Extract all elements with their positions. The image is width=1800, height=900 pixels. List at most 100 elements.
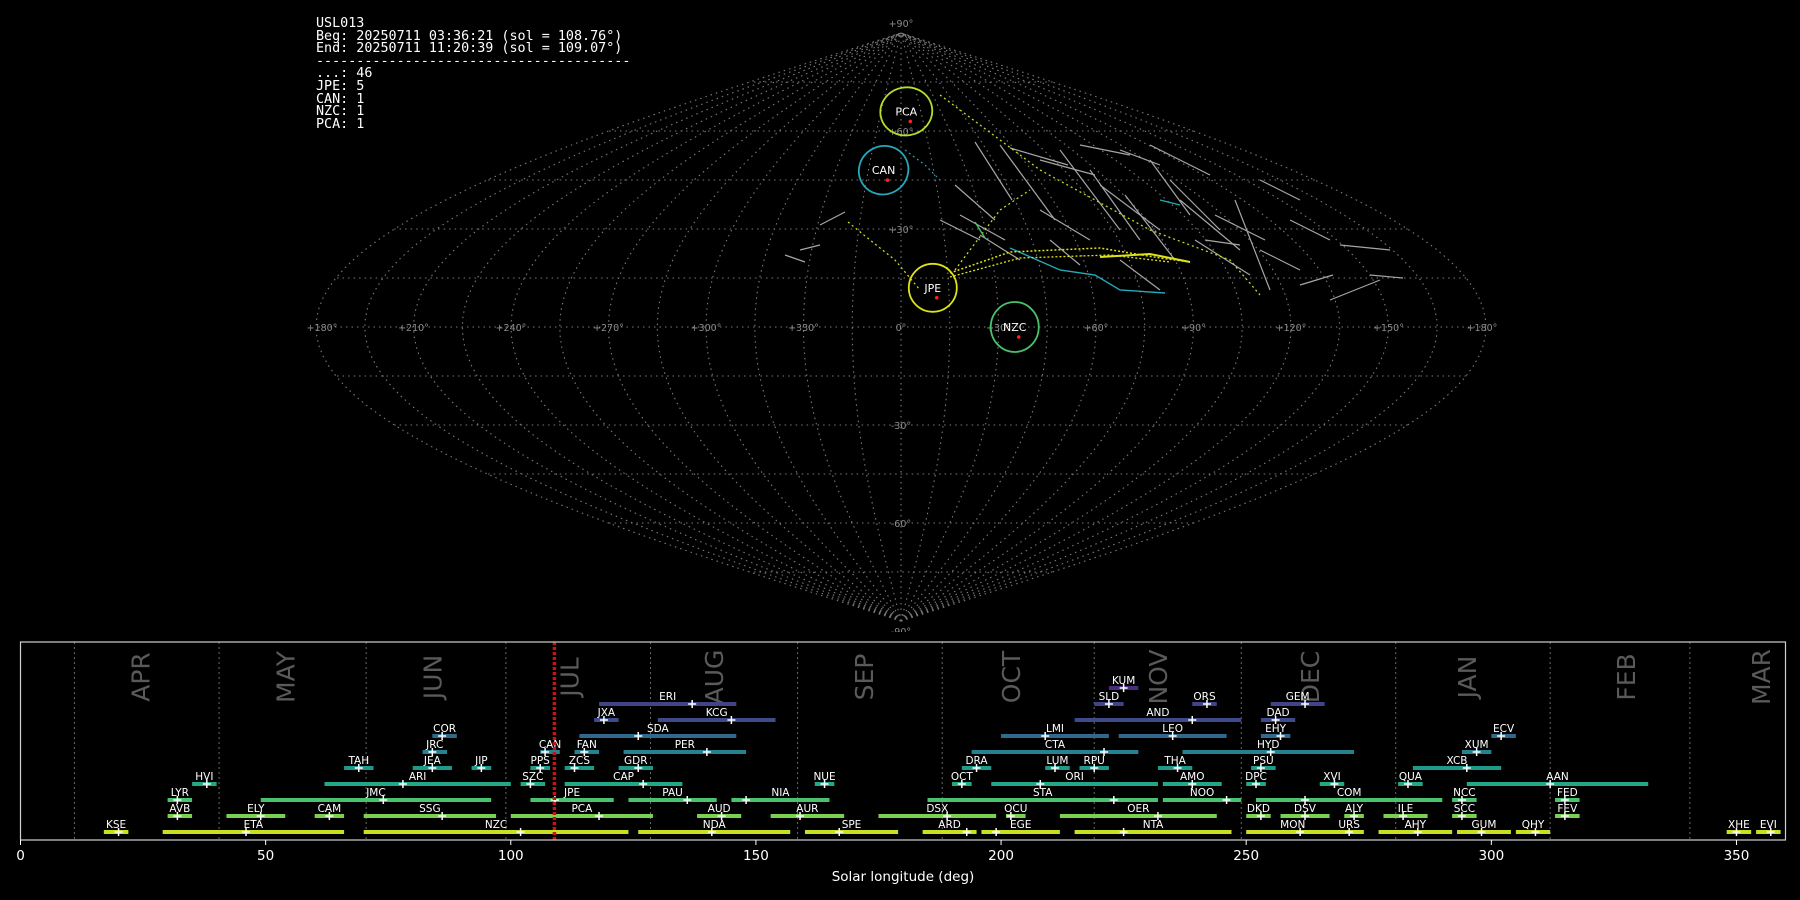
observation-info-panel: USL013 Beg: 20250711 03:36:21 (sol = 108.…: [316, 17, 630, 131]
longitude-tick-label: +180°: [307, 323, 338, 334]
shower-code-pca: PCA: [571, 803, 593, 815]
shower-code-kcg: KCG: [706, 707, 728, 719]
meteor-tracks: [784, 94, 1404, 301]
x-tick-label: 100: [498, 848, 524, 864]
shower-code-aur: AUR: [796, 803, 818, 815]
shower-code-nda: NDA: [703, 819, 727, 831]
shower-code-jxa: JXA: [597, 707, 616, 719]
shower-code-kse: KSE: [106, 819, 126, 831]
shower-code-zcs: ZCS: [569, 755, 591, 767]
meteor-track: [1234, 199, 1271, 291]
shower-code-eta: ETA: [244, 819, 264, 831]
meteor-track: [1369, 274, 1404, 279]
shower-code-oer: OER: [1127, 803, 1149, 815]
shower-code-ncc: NCC: [1453, 787, 1476, 799]
shower-activity-timeline: APR MAY JUN JUL AUG SEP OCT NOV DEC JAN FEB MAR KUM…: [16, 641, 1787, 885]
shower-code-hvi: HVI: [195, 771, 213, 783]
shower-code-dkd: DKD: [1247, 803, 1270, 815]
shower-code-spe: SPE: [842, 819, 862, 831]
meteor-track: [1339, 244, 1391, 251]
shower-code-jea: JEA: [423, 755, 442, 767]
radiant-label-can: CAN: [872, 164, 895, 177]
x-tick-label: 300: [1478, 848, 1504, 864]
latitude-tick-label: +30°: [889, 225, 914, 236]
x-tick-label: 50: [257, 848, 274, 864]
shower-code-xcb: XCB: [1447, 755, 1468, 767]
shower-code-fev: FEV: [1557, 803, 1578, 815]
shower-code-xhe: XHE: [1728, 819, 1750, 831]
shower-code-jrc: JRC: [425, 739, 443, 751]
meteor-track: [1124, 194, 1176, 261]
longitude-tick-label: +240°: [496, 323, 527, 334]
shower-radiants: PCA CAN JPE NZC: [857, 86, 1040, 353]
radiant-point: [885, 178, 890, 182]
shower-code-ard: ARD: [938, 819, 961, 831]
radiant-point: [934, 296, 939, 300]
shower-code-nta: NTA: [1143, 819, 1164, 831]
latitude-tick-label: +90°: [889, 19, 914, 30]
shower-code-gem: GEM: [1286, 691, 1310, 703]
shower-activity-bars: KUM ERI SLD ORS GEM JXA KCG AND DAD COR SDA LMI LEO E…: [103, 675, 1781, 836]
month-label-jul: JUL: [556, 657, 585, 699]
shower-code-aan: AAN: [1546, 771, 1569, 783]
shower-code-com: COM: [1337, 787, 1362, 799]
longitude-tick-label: +180°: [1467, 323, 1498, 334]
meteor-track: [1259, 179, 1301, 201]
shower-code-lyr: LYR: [171, 787, 189, 799]
shower-code-jip: JIP: [474, 755, 488, 767]
shower-code-hyd: HYD: [1257, 739, 1279, 751]
shower-code-xvi: XVI: [1323, 771, 1340, 783]
shower-code-lmi: LMI: [1046, 723, 1064, 735]
shower-code-ile: ILE: [1398, 803, 1414, 815]
meteor-track: [799, 244, 821, 251]
shower-code-can: CAN: [539, 739, 561, 751]
longitude-tick-label: +120°: [1276, 323, 1307, 334]
month-label-jun: JUN: [418, 655, 447, 701]
meteor-track: [784, 254, 806, 263]
radiant-sky-map: +180° +150° +120° +90° +60° +30° 0° +330° +300° +…: [307, 19, 1498, 632]
longitude-tick-label: +60°: [1084, 323, 1109, 334]
shower-code-amo: AMO: [1180, 771, 1205, 783]
shower-code-ecv: ECV: [1493, 723, 1515, 735]
longitude-tick-label: +210°: [398, 323, 429, 334]
shower-code-cta: CTA: [1045, 739, 1066, 751]
shower-code-dsv: DSV: [1294, 803, 1317, 815]
shower-code-fan: FAN: [577, 739, 597, 751]
x-tick-label: 250: [1233, 848, 1259, 864]
shower-code-kum: KUM: [1112, 675, 1135, 687]
shower-code-szc: SZC: [522, 771, 543, 783]
radiant-point: [908, 119, 913, 124]
meteor-track: [1179, 199, 1241, 251]
shower-code-dra: DRA: [965, 755, 988, 767]
x-tick-label: 350: [1724, 848, 1750, 864]
month-label-nov: NOV: [1144, 649, 1173, 704]
x-tick-label: 150: [743, 848, 769, 864]
longitude-tick-label: +150°: [1373, 323, 1404, 334]
meteor-track: [1059, 149, 1121, 231]
timeline-x-axis: 0 50 100 150 200 250 300 350: [16, 840, 1749, 864]
meridian-line: [851, 32, 902, 622]
shower-code-ahy: AHY: [1405, 819, 1427, 831]
shower-code-ehy: EHY: [1265, 723, 1287, 735]
meridian-line: [607, 32, 902, 622]
meteor-track: [1039, 209, 1091, 241]
shower-code-urs: URS: [1338, 819, 1360, 831]
shower-code-evi: EVI: [1760, 819, 1777, 831]
shower-code-dpc: DPC: [1245, 771, 1267, 783]
shower-code-oct: OCT: [951, 771, 974, 783]
x-tick-label: 0: [16, 848, 25, 864]
shower-code-sta: STA: [1033, 787, 1053, 799]
month-label-apr: APR: [127, 652, 156, 702]
shower-code-cap: CAP: [613, 771, 634, 783]
meridian-line: [900, 32, 1438, 622]
meteor-track: [1049, 239, 1081, 266]
shower-code-and: AND: [1146, 707, 1169, 719]
longitude-tick-label: +90°: [1181, 323, 1206, 334]
longitude-tick-label: +330°: [788, 323, 819, 334]
shower-code-psu: PSU: [1253, 755, 1274, 767]
month-label-jan: JAN: [1453, 656, 1482, 701]
shower-code-aly: ALY: [1345, 803, 1364, 815]
shower-code-sda: SDA: [647, 723, 670, 735]
shower-code-noo: NOO: [1190, 787, 1214, 799]
shower-code-ely: ELY: [247, 803, 265, 815]
